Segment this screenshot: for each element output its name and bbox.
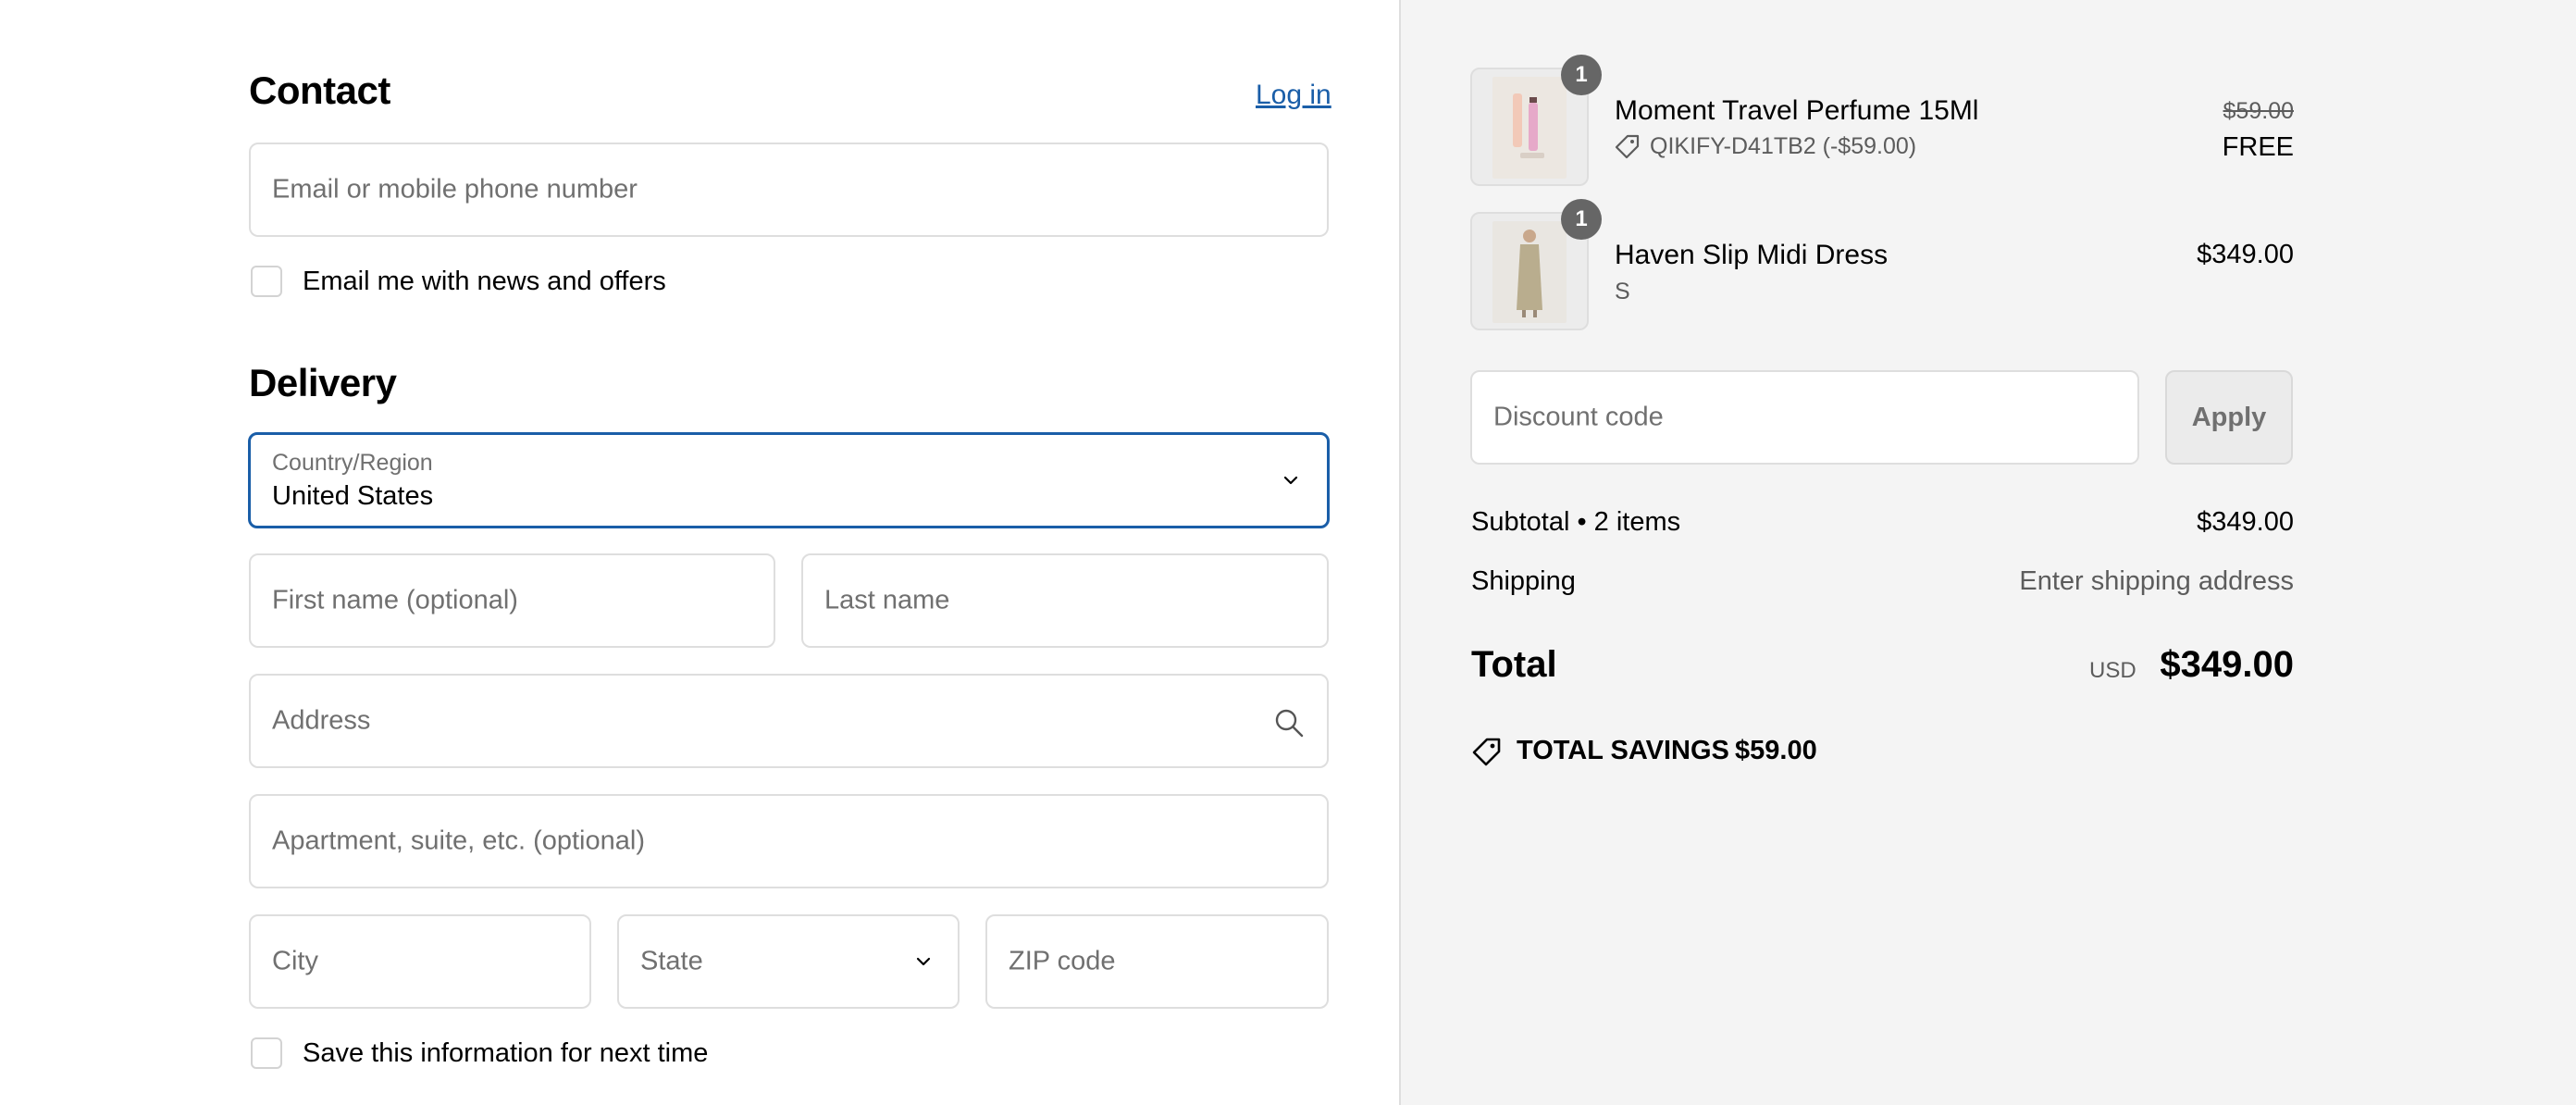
product-variant: S: [1615, 279, 1630, 304]
address-placeholder: Address: [272, 705, 371, 736]
first-name-field[interactable]: First name (optional): [249, 553, 775, 648]
apply-button[interactable]: Apply: [2165, 370, 2293, 465]
state-select[interactable]: State: [617, 914, 960, 1009]
product-thumbnail-dress: 1: [1470, 199, 1602, 330]
country-label: Country/Region: [272, 450, 433, 476]
city-placeholder: City: [272, 946, 318, 976]
shipping-label: Shipping: [1471, 566, 1576, 596]
subtotal-value: $349.00: [2197, 507, 2294, 537]
quantity-badge: 1: [1561, 55, 1602, 95]
discount-code-placeholder: Discount code: [1493, 402, 1664, 432]
total-currency: USD: [2089, 658, 2136, 683]
search-icon: [1275, 709, 1304, 738]
zip-code-placeholder: ZIP code: [1009, 946, 1116, 976]
product-price: FREE: [2222, 132, 2294, 162]
original-price: $59.00: [2223, 98, 2294, 124]
perfume-product-image: [1492, 77, 1567, 179]
product-thumbnail-perfume: 1: [1470, 55, 1602, 186]
total-savings-label: TOTAL SAVINGS: [1517, 736, 1729, 765]
chevron-down-icon: [916, 957, 931, 966]
address-field[interactable]: Address: [249, 674, 1329, 768]
tag-icon: [1615, 134, 1640, 159]
apartment-placeholder: Apartment, suite, etc. (optional): [272, 826, 645, 856]
last-name-field[interactable]: Last name: [801, 553, 1329, 648]
checkout-form-panel: Contact Log in Email or mobile phone num…: [0, 0, 1399, 1105]
subtotal-label: Subtotal • 2 items: [1471, 507, 1681, 537]
first-name-placeholder: First name (optional): [272, 585, 518, 615]
city-field[interactable]: City: [249, 914, 591, 1009]
save-info-checkbox-label: Save this information for next time: [303, 1038, 709, 1068]
state-placeholder: State: [640, 946, 703, 976]
total-savings-value: $59.00: [1735, 736, 1817, 765]
news-checkbox[interactable]: [251, 266, 282, 297]
quantity-badge: 1: [1561, 199, 1602, 240]
country-value: United States: [272, 481, 434, 511]
discount-code-field[interactable]: Discount code: [1470, 370, 2139, 465]
total-label: Total: [1471, 644, 1557, 685]
country-select[interactable]: Country/Region United States: [248, 432, 1330, 528]
email-placeholder: Email or mobile phone number: [272, 174, 638, 205]
apartment-field[interactable]: Apartment, suite, etc. (optional): [249, 794, 1329, 888]
shipping-value: Enter shipping address: [2019, 566, 2294, 596]
dress-product-image: [1492, 221, 1567, 323]
email-field[interactable]: Email or mobile phone number: [249, 143, 1329, 237]
last-name-placeholder: Last name: [824, 585, 950, 615]
delivery-heading: Delivery: [249, 361, 397, 404]
product-name: Moment Travel Perfume 15Ml: [1615, 95, 1979, 126]
chevron-down-icon: [1283, 476, 1298, 485]
log-in-link[interactable]: Log in: [1256, 80, 1331, 111]
contact-heading: Contact: [249, 68, 390, 112]
zip-code-field[interactable]: ZIP code: [985, 914, 1329, 1009]
save-info-checkbox[interactable]: [251, 1037, 282, 1069]
total-value: $349.00: [2160, 644, 2294, 685]
product-name: Haven Slip Midi Dress: [1615, 240, 1889, 270]
news-checkbox-label: Email me with news and offers: [303, 267, 666, 296]
product-price: $349.00: [2197, 240, 2294, 269]
tag-icon: [1472, 738, 1501, 766]
applied-discount-code: QIKIFY-D41TB2 (-$59.00): [1650, 133, 1917, 159]
